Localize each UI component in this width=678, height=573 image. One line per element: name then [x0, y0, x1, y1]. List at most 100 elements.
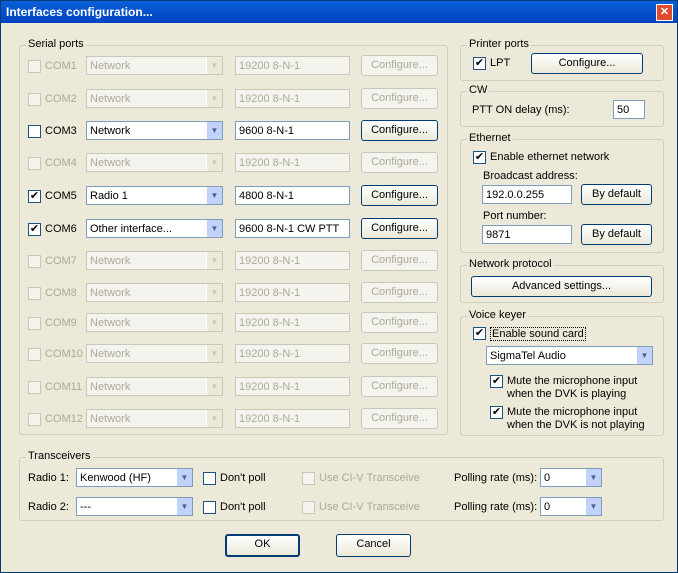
polling-rate-select[interactable]: 0 ▼ [540, 468, 602, 487]
port-interface-select[interactable]: Network ▼ [86, 283, 223, 302]
port-default-button[interactable]: By default [581, 224, 652, 245]
port-checkbox[interactable] [28, 255, 41, 268]
port-configure-button[interactable]: Configure... [361, 376, 438, 397]
chevron-down-icon[interactable]: ▼ [636, 347, 652, 364]
port-interface-select[interactable]: Network ▼ [86, 153, 223, 172]
sound-device-select[interactable]: SigmaTel Audio ▼ [486, 346, 653, 365]
port-params-field[interactable]: 19200 8-N-1 [235, 56, 350, 75]
port-label: COM5 [45, 190, 77, 202]
chevron-down-icon[interactable]: ▼ [206, 57, 222, 74]
port-configure-button[interactable]: Configure... [361, 282, 438, 303]
port-params-field[interactable]: 19200 8-N-1 [235, 283, 350, 302]
port-configure-button[interactable]: Configure... [361, 250, 438, 271]
close-icon[interactable]: ✕ [656, 4, 673, 21]
port-checkbox[interactable] [28, 348, 41, 361]
civ-transceive-checkbox[interactable] [302, 472, 315, 485]
port-interface-select[interactable]: Network ▼ [86, 89, 223, 108]
port-checkbox[interactable] [28, 413, 41, 426]
port-interface-value: Network [90, 157, 131, 169]
chevron-down-icon[interactable]: ▼ [585, 469, 601, 486]
port-interface-select[interactable]: Network ▼ [86, 313, 223, 332]
cancel-button[interactable]: Cancel [336, 534, 411, 557]
radio-model-select[interactable]: Kenwood (HF) ▼ [76, 468, 193, 487]
port-configure-button[interactable]: Configure... [361, 408, 438, 429]
port-number-input[interactable]: 9871 [482, 225, 572, 244]
port-checkbox[interactable] [28, 60, 41, 73]
port-configure-button[interactable]: Configure... [361, 120, 438, 141]
port-params-field[interactable]: 19200 8-N-1 [235, 153, 350, 172]
chevron-down-icon[interactable]: ▼ [206, 284, 222, 301]
network-protocol-legend: Network protocol [467, 258, 554, 270]
port-checkbox[interactable]: ✔ [28, 190, 41, 203]
port-interface-select[interactable]: Radio 1 ▼ [86, 186, 223, 205]
enable-sound-card-checkbox[interactable]: ✔ [473, 327, 486, 340]
chevron-down-icon[interactable]: ▼ [176, 469, 192, 486]
port-interface-value: Network [90, 413, 131, 425]
radio-label: Radio 2: [28, 501, 69, 513]
port-interface-select[interactable]: Network ▼ [86, 251, 223, 270]
lpt-checkbox[interactable]: ✔ [473, 57, 486, 70]
mute-playing-checkbox[interactable]: ✔ [490, 375, 503, 388]
broadcast-default-button[interactable]: By default [581, 184, 652, 205]
port-params-field[interactable]: 9600 8-N-1 [235, 121, 350, 140]
printer-configure-button[interactable]: Configure... [531, 53, 643, 74]
chevron-down-icon[interactable]: ▼ [206, 122, 222, 139]
port-interface-select[interactable]: Network ▼ [86, 409, 223, 428]
civ-transceive-checkbox[interactable] [302, 501, 315, 514]
broadcast-address-input[interactable]: 192.0.0.255 [482, 185, 572, 204]
port-checkbox[interactable] [28, 157, 41, 170]
port-interface-select[interactable]: Network ▼ [86, 344, 223, 363]
port-interface-select[interactable]: Other interface... ▼ [86, 219, 223, 238]
port-params-value: 19200 8-N-1 [239, 157, 301, 169]
port-interface-value: Network [90, 348, 131, 360]
ok-button[interactable]: OK [225, 534, 300, 557]
port-configure-button[interactable]: Configure... [361, 312, 438, 333]
port-params-value: 9600 8-N-1 CW PTT [239, 223, 340, 235]
port-checkbox[interactable] [28, 93, 41, 106]
chevron-down-icon[interactable]: ▼ [206, 378, 222, 395]
port-checkbox[interactable] [28, 287, 41, 300]
port-checkbox[interactable]: ✔ [28, 223, 41, 236]
dont-poll-checkbox[interactable] [203, 501, 216, 514]
port-params-field[interactable]: 19200 8-N-1 [235, 344, 350, 363]
port-checkbox[interactable] [28, 317, 41, 330]
chevron-down-icon[interactable]: ▼ [206, 314, 222, 331]
port-configure-button[interactable]: Configure... [361, 152, 438, 173]
chevron-down-icon[interactable]: ▼ [206, 252, 222, 269]
port-params-field[interactable]: 19200 8-N-1 [235, 377, 350, 396]
port-configure-button[interactable]: Configure... [361, 185, 438, 206]
port-params-field[interactable]: 19200 8-N-1 [235, 409, 350, 428]
chevron-down-icon[interactable]: ▼ [206, 410, 222, 427]
advanced-settings-button[interactable]: Advanced settings... [471, 276, 652, 297]
port-params-field[interactable]: 19200 8-N-1 [235, 89, 350, 108]
port-interface-value: Other interface... [90, 223, 172, 235]
chevron-down-icon[interactable]: ▼ [206, 187, 222, 204]
chevron-down-icon[interactable]: ▼ [206, 345, 222, 362]
polling-rate-select[interactable]: 0 ▼ [540, 497, 602, 516]
ptt-delay-input[interactable]: 50 [613, 100, 645, 119]
radio-model-select[interactable]: --- ▼ [76, 497, 193, 516]
chevron-down-icon[interactable]: ▼ [206, 90, 222, 107]
port-configure-button[interactable]: Configure... [361, 343, 438, 364]
port-configure-button[interactable]: Configure... [361, 88, 438, 109]
port-params-field[interactable]: 4800 8-N-1 [235, 186, 350, 205]
port-params-field[interactable]: 19200 8-N-1 [235, 251, 350, 270]
mute-not-playing-checkbox[interactable]: ✔ [490, 406, 503, 419]
port-checkbox[interactable] [28, 381, 41, 394]
dont-poll-label: Don't poll [220, 501, 266, 513]
port-checkbox[interactable] [28, 125, 41, 138]
ptt-delay-value: 50 [617, 104, 630, 116]
port-interface-select[interactable]: Network ▼ [86, 56, 223, 75]
port-configure-button[interactable]: Configure... [361, 218, 438, 239]
chevron-down-icon[interactable]: ▼ [176, 498, 192, 515]
port-interface-select[interactable]: Network ▼ [86, 121, 223, 140]
port-params-field[interactable]: 19200 8-N-1 [235, 313, 350, 332]
chevron-down-icon[interactable]: ▼ [585, 498, 601, 515]
port-interface-select[interactable]: Network ▼ [86, 377, 223, 396]
chevron-down-icon[interactable]: ▼ [206, 220, 222, 237]
port-params-field[interactable]: 9600 8-N-1 CW PTT [235, 219, 350, 238]
enable-ethernet-checkbox[interactable]: ✔ [473, 151, 486, 164]
port-configure-button[interactable]: Configure... [361, 55, 438, 76]
dont-poll-checkbox[interactable] [203, 472, 216, 485]
chevron-down-icon[interactable]: ▼ [206, 154, 222, 171]
